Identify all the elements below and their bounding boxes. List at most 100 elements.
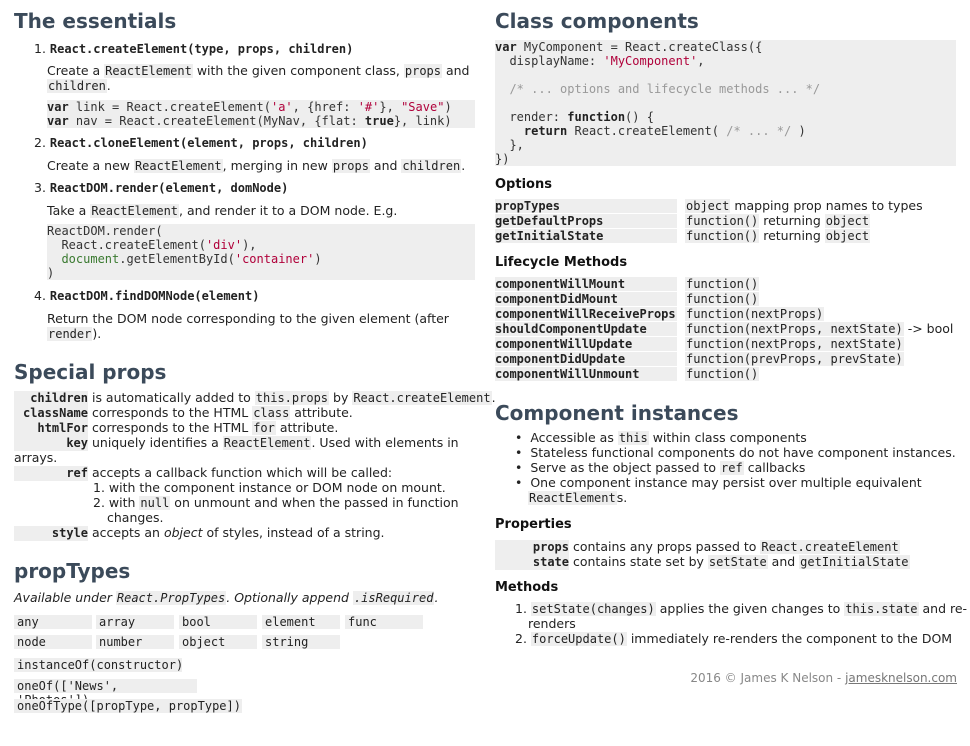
special-prop-htmlfor: htmlFor corresponds to the HTML for attr… <box>14 420 338 436</box>
code: ref <box>720 461 744 475</box>
prop-name: htmlFor <box>14 421 88 436</box>
text: corresponds to the HTML <box>88 405 253 420</box>
text: changes. <box>107 510 164 525</box>
proptype-cell: object <box>179 635 257 649</box>
essentials-item-3: 3. ReactDOM.render(element, domNode) <box>34 180 288 195</box>
emphasis: object <box>163 525 203 540</box>
text: . Used with elements in <box>311 435 459 450</box>
methods-heading: Methods <box>495 580 559 595</box>
text: and <box>442 63 470 78</box>
text: . <box>106 78 111 93</box>
component-instances-heading: Component instances <box>495 401 739 425</box>
text: . Optionally append <box>226 590 353 605</box>
essentials-item-4-desc-2: render). <box>47 326 101 342</box>
proptype-cell: element <box>262 615 340 629</box>
text: Stateless functional components do not h… <box>530 445 956 460</box>
class-components-heading: Class components <box>495 9 699 33</box>
lifecycle-name: componentWillUnmount <box>495 367 677 381</box>
text: by <box>329 390 353 405</box>
essentials-item-2: 2. React.cloneElement(element, props, ch… <box>34 135 368 150</box>
lifecycle-sig: function() <box>685 292 760 306</box>
code: getInitialState <box>799 555 910 569</box>
list-number: 1. <box>93 480 105 495</box>
method-setstate: 1. setState(changes) applies the given c… <box>515 601 967 617</box>
text: corresponds to the HTML <box>88 420 253 435</box>
option-name: propTypes <box>495 199 677 213</box>
item-number: 2. <box>34 135 46 150</box>
code: children <box>401 159 462 173</box>
text: Return the DOM node corresponding to the… <box>47 311 449 326</box>
code: ReactElement <box>133 159 223 173</box>
lifecycle-sig: function(nextProps) <box>685 307 825 321</box>
special-prop-key: key uniquely identifies a ReactElement. … <box>14 435 459 451</box>
property-state: state contains state set by setState and… <box>495 554 910 570</box>
list-number: 1. <box>515 601 527 616</box>
text: . <box>434 590 439 605</box>
item-signature: React.createElement(type, props, childre… <box>49 42 354 56</box>
list-number: 2. <box>93 495 105 510</box>
code: ReactElement <box>222 436 312 450</box>
text: , merging in new <box>222 158 332 173</box>
text: and re- <box>918 601 968 616</box>
code: function() <box>685 367 760 381</box>
item-signature: ReactDOM.render(element, domNode) <box>49 181 289 195</box>
property-props: props contains any props passed to React… <box>495 539 900 555</box>
bullet-icon: • <box>515 475 523 490</box>
text: callbacks <box>743 460 806 475</box>
special-prop-style: style accepts an object of styles, inste… <box>14 525 385 541</box>
special-prop-key-2: arrays. <box>14 450 57 465</box>
text: arrays. <box>14 450 58 465</box>
footer-link[interactable]: jamesknelson.com <box>845 671 957 685</box>
text: One component instance may persist over … <box>530 475 922 490</box>
code: ReactElement <box>104 64 193 78</box>
item-number: 1. <box>34 41 46 56</box>
item-signature: React.cloneElement(element, props, child… <box>49 136 368 150</box>
special-prop-ref-2b: changes. <box>107 510 164 525</box>
option-desc: function() returning object <box>685 229 871 243</box>
instances-bullet-3: • Serve as the object passed to ref call… <box>515 460 805 476</box>
text: on unmount and when the passed in functi… <box>170 495 459 510</box>
item-signature: ReactDOM.findDOMNode(element) <box>49 289 260 303</box>
lifecycle-sig: function() <box>685 277 760 291</box>
special-prop-children: children is automatically added to this.… <box>14 390 496 406</box>
text: s. <box>616 490 628 505</box>
proptype-extra: oneOfType([propType, propType]) <box>14 699 242 713</box>
text: of styles, instead of a string. <box>202 525 385 540</box>
prop-name: ref <box>14 466 88 481</box>
proptype-cell: number <box>96 635 174 649</box>
lifecycle-sig: function(prevProps, prevState) <box>685 352 904 366</box>
instances-bullet-1: • Accessible as this within class compon… <box>515 430 807 446</box>
code: function(nextProps, nextState) <box>685 337 904 351</box>
text: immediately re-renders the component to … <box>626 631 953 646</box>
lifecycle-name: componentWillMount <box>495 277 677 291</box>
text: -> bool <box>903 321 954 336</box>
text: attribute. <box>275 420 339 435</box>
lifecycle-sig: function(nextProps, nextState) -> bool <box>685 322 953 336</box>
text: Serve as the object passed to <box>530 460 721 475</box>
code: React.PropTypes <box>115 591 227 605</box>
prop-name: key <box>14 436 88 451</box>
instances-bullet-4b: ReactElements. <box>528 490 627 506</box>
text: returning <box>759 213 825 228</box>
code: class <box>252 406 291 420</box>
code: children <box>47 79 107 93</box>
text: is automatically added to <box>88 390 255 405</box>
instances-bullet-2: • Stateless functional components do not… <box>515 445 956 460</box>
proptype-cell: node <box>14 635 92 649</box>
lifecycle-heading: Lifecycle Methods <box>495 255 628 270</box>
proptype-extra: oneOf(['News', 'Photos']) <box>14 679 197 707</box>
text: renders <box>528 616 576 631</box>
lifecycle-sig: function() <box>685 367 760 381</box>
essentials-heading: The essentials <box>14 9 177 33</box>
code: object <box>685 199 731 213</box>
code: function(nextProps) <box>685 307 825 321</box>
lifecycle-name: componentWillReceiveProps <box>495 307 677 321</box>
essentials-item-1-desc-2: children. <box>47 78 111 94</box>
code: function() <box>685 229 760 243</box>
proptypes-heading: propTypes <box>14 559 131 583</box>
text: contains any props passed to <box>569 539 761 554</box>
method-setstate-2: renders <box>528 616 576 631</box>
option-name: getDefaultProps <box>495 214 677 228</box>
text: and <box>369 158 402 173</box>
bullet-icon: • <box>515 430 523 445</box>
